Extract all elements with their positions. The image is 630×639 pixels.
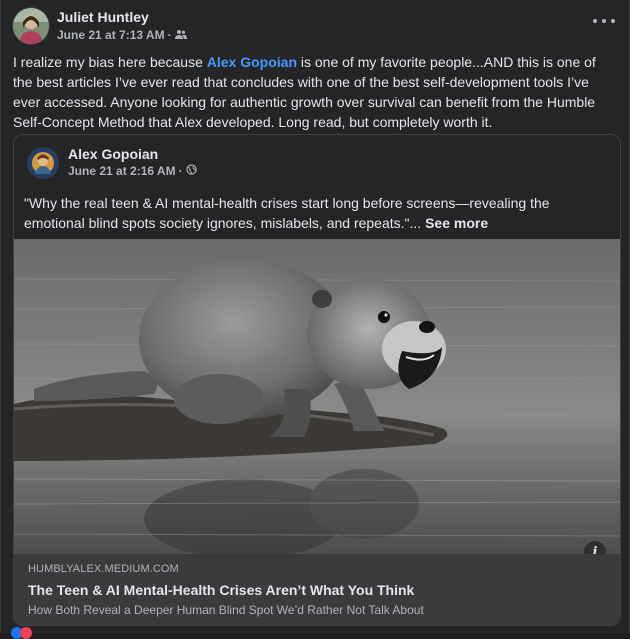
post-card: Juliet Huntley June 21 at 7:13 AM · I re… <box>0 0 630 639</box>
shared-post[interactable]: Alex Gopoian June 21 at 2:16 AM · "Why t… <box>13 134 621 626</box>
mention-link[interactable]: Alex Gopoian <box>207 54 297 70</box>
post-timestamp[interactable]: June 21 at 7:13 AM <box>57 26 165 44</box>
link-subtitle: How Both Reveal a Deeper Human Blind Spo… <box>28 603 424 617</box>
shared-author-avatar[interactable] <box>28 148 58 178</box>
link-preview[interactable]: HUMBLYALEX.MEDIUM.COM The Teen & AI Ment… <box>14 554 620 625</box>
article-image <box>14 239 620 554</box>
shared-meta: June 21 at 2:16 AM · <box>68 163 197 180</box>
shared-timestamp[interactable]: June 21 at 2:16 AM <box>68 163 176 180</box>
see-more-link[interactable]: See more <box>425 215 488 231</box>
shared-author-name[interactable]: Alex Gopoian <box>68 146 197 163</box>
link-title[interactable]: The Teen & AI Mental-Health Crises Aren’… <box>28 582 606 598</box>
meta-separator: · <box>178 164 183 178</box>
reaction-icons[interactable] <box>11 627 32 639</box>
shared-post-text: "Why the real teen & AI mental-health cr… <box>24 193 610 233</box>
more-options-icon[interactable] <box>593 14 615 28</box>
otter-photo[interactable]: i <box>14 239 620 554</box>
globe-icon <box>185 163 197 180</box>
avatar-photo <box>13 8 49 44</box>
post-body: I realize my bias here because Alex Gopo… <box>13 52 617 132</box>
shared-avatar-photo <box>28 148 58 178</box>
shared-post-header: Alex Gopoian June 21 at 2:16 AM · <box>28 146 197 180</box>
love-reaction-icon <box>20 627 32 639</box>
link-domain: HUMBLYALEX.MEDIUM.COM <box>28 563 179 575</box>
friends-icon <box>174 26 187 44</box>
post-header: Juliet Huntley June 21 at 7:13 AM · <box>13 8 187 44</box>
meta-separator: · <box>167 28 172 42</box>
post-meta: June 21 at 7:13 AM · <box>57 26 187 44</box>
post-author-name[interactable]: Juliet Huntley <box>57 8 187 26</box>
post-body-before: I realize my bias here because <box>13 54 207 70</box>
author-avatar[interactable] <box>13 8 49 44</box>
